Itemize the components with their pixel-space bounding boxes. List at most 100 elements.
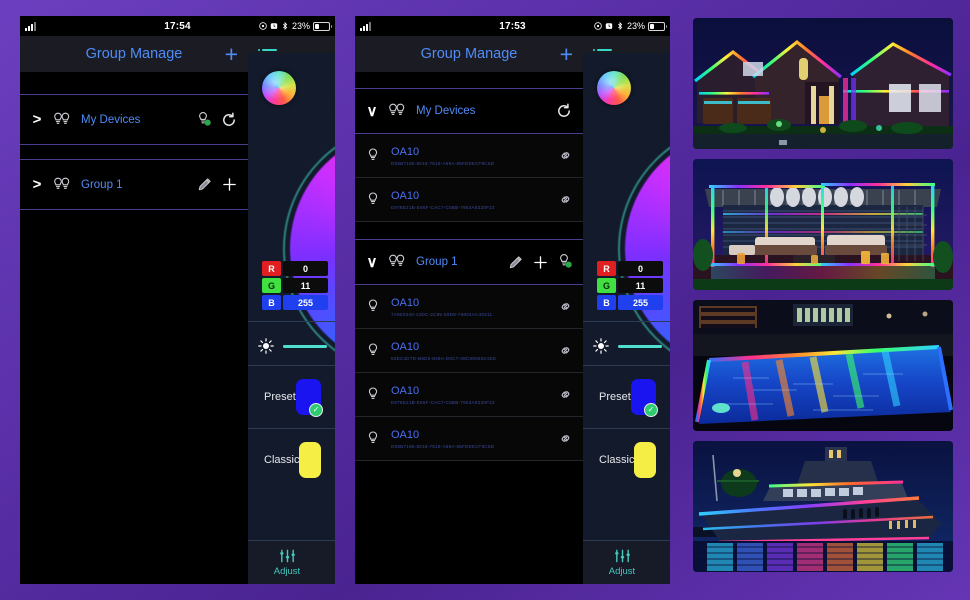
group-name-label: My Devices [81, 113, 141, 126]
bulb-status-icon[interactable] [197, 111, 211, 129]
device-row[interactable]: OA10 53EC3D7D-B5D5-848A-D0C7-08C8596924S… [355, 329, 583, 373]
rgb-green-value: 11 [618, 278, 663, 293]
brightness-track[interactable] [618, 344, 662, 348]
rgb-row-blue: B 255 [262, 295, 328, 310]
color-wheel-icon[interactable] [597, 71, 631, 105]
add-group-button[interactable]: + [560, 42, 573, 66]
device-row[interactable]: OA10 7A800340-14DC-2C95-59D8-76804AC4021… [355, 285, 583, 329]
rgb-row-blue: B 255 [597, 295, 663, 310]
preset-row[interactable]: Preset ✓ [583, 365, 670, 428]
device-info: OA10 53EC3D7D-B5D5-848A-D0C7-08C8596924S… [391, 341, 548, 361]
preset-color-swatch[interactable]: ✓ [295, 378, 323, 417]
device-name: OA10 [391, 428, 420, 441]
group-manage-pane-left: Group Manage + > My Devices > Group 1 [20, 16, 248, 584]
rgb-green-label: G [597, 278, 616, 293]
bluetooth-icon [618, 22, 623, 30]
rgb-row-green: G 11 [262, 278, 328, 293]
page-title: Group Manage [85, 46, 183, 62]
status-bar-right: 17:53 23% [355, 16, 670, 36]
group-actions-right [556, 103, 572, 119]
link-icon[interactable] [559, 149, 572, 162]
tab-adjust[interactable]: Adjust [256, 549, 318, 577]
bulbs-icon [54, 112, 70, 124]
photo-pergola-patio-rgb-lighting [693, 159, 953, 290]
device-name: OA10 [391, 340, 420, 353]
classic-row[interactable]: Classic [248, 428, 335, 491]
group-row-my-devices[interactable]: ∨ My Devices [355, 88, 583, 134]
add-device-plus-icon[interactable] [222, 177, 237, 192]
preset-color-swatch[interactable]: ✓ [630, 378, 658, 417]
edit-pencil-icon[interactable] [508, 255, 523, 270]
spacer [20, 145, 248, 159]
device-row[interactable]: OA10 E878E21B-E66F-CAC7-C5BB-7953A8320F2… [355, 373, 583, 417]
brightness-slider-row[interactable] [593, 331, 662, 361]
device-name: OA10 [391, 145, 420, 158]
bulb-status-icon[interactable] [558, 253, 572, 271]
rgb-blue-label: B [597, 295, 616, 310]
device-uuid: D08B7185-8018-7518-A59A-65FD0ECF9C6D [391, 160, 495, 166]
group-row-group-1[interactable]: > Group 1 [20, 159, 248, 210]
chevron-right-icon[interactable]: > [31, 176, 43, 193]
group-row-my-devices[interactable]: > My Devices [20, 94, 248, 145]
rgb-red-value: 0 [283, 261, 328, 276]
device-uuid: D08B7185-8018-7518-A59A-65FD0ECF9C6D [391, 443, 495, 449]
rgb-row-red: R 0 [597, 261, 663, 276]
device-info: OA10 D08B7185-8018-7518-A59A-65FD0ECF9C6… [391, 146, 548, 166]
control-body: R 0 G 11 B 255 Preset ✓ Classic Adjust [248, 53, 335, 584]
status-bar-left: 17:54 23% [20, 16, 335, 36]
classic-row[interactable]: Classic [583, 428, 670, 491]
location-icon [594, 22, 602, 30]
brightness-sun-icon [593, 338, 609, 354]
nav-bar-left: Group Manage + [20, 36, 248, 73]
chevron-down-icon[interactable]: ∨ [366, 253, 378, 271]
tab-adjust[interactable]: Adjust [591, 549, 653, 577]
link-icon[interactable] [559, 344, 572, 357]
bulb-icon [368, 386, 378, 399]
spacer [355, 73, 583, 88]
link-icon[interactable] [559, 432, 572, 445]
link-icon[interactable] [559, 388, 572, 401]
rgb-blue-value: 255 [283, 295, 328, 310]
color-wheel-icon[interactable] [262, 71, 296, 105]
rgb-blue-label: B [262, 295, 281, 310]
classic-color-swatch[interactable] [299, 441, 321, 478]
rgb-red-label: R [597, 261, 616, 276]
edit-pencil-icon[interactable] [197, 177, 212, 192]
classic-color-swatch[interactable] [634, 441, 656, 478]
brightness-slider-row[interactable] [258, 331, 327, 361]
group-row-group-1[interactable]: ∨ Group 1 [355, 239, 583, 285]
device-name: OA10 [391, 296, 420, 309]
link-icon[interactable] [559, 193, 572, 206]
control-pane-left: R 0 G 11 B 255 Preset ✓ Classic Adjust [248, 16, 335, 584]
add-device-plus-icon[interactable] [533, 255, 548, 270]
selected-check-icon: ✓ [644, 402, 658, 417]
page-title: Group Manage [420, 46, 518, 62]
brightness-track[interactable] [283, 344, 327, 348]
chevron-right-icon[interactable]: > [31, 111, 43, 128]
bulb-icon [368, 147, 378, 160]
phone-right: Group Manage + ∨ My Devices OA10 D08B718… [355, 16, 670, 584]
divider [583, 321, 670, 322]
refresh-icon[interactable] [556, 103, 572, 119]
link-icon[interactable] [559, 300, 572, 313]
refresh-icon[interactable] [221, 112, 237, 128]
photo-swimming-pool-rgb-lighting [693, 300, 953, 431]
device-row[interactable]: OA10 D08B7185-8018-7518-A59A-65FD0ECF9C6… [355, 417, 583, 461]
add-group-button[interactable]: + [225, 42, 238, 66]
chevron-down-icon[interactable]: ∨ [366, 102, 378, 120]
rgb-readout: R 0 G 11 B 255 [597, 261, 663, 312]
rgb-blue-value: 255 [618, 295, 663, 310]
device-name: OA10 [391, 189, 420, 202]
device-row[interactable]: OA10 D08B7185-8018-7518-A59A-65FD0ECF9C6… [355, 134, 583, 178]
alarm-icon [270, 23, 278, 29]
control-body: R 0 G 11 B 255 Preset ✓ Classic Adjust [583, 53, 670, 584]
preset-row[interactable]: Preset ✓ [248, 365, 335, 428]
device-list-group-1: OA10 7A800340-14DC-2C95-59D8-76804AC4021… [355, 285, 583, 461]
bulb-icon [368, 298, 378, 311]
brightness-sun-icon [258, 338, 274, 354]
preset-label: Preset [599, 390, 631, 403]
alarm-icon [605, 23, 613, 29]
rgb-red-value: 0 [618, 261, 663, 276]
spacer [20, 73, 248, 94]
device-row[interactable]: OA10 E878E21B-E66F-CAC7-C5BB-7953A8320F2… [355, 178, 583, 222]
